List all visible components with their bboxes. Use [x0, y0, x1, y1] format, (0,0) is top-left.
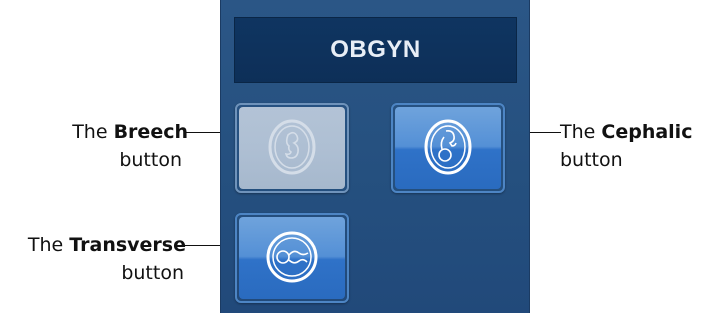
fetus-breech-icon [268, 119, 316, 175]
cephalic-callout: The Cephalic button [560, 118, 692, 174]
cephalic-callout-line2: button [560, 149, 623, 171]
transverse-callout-prefix: The [27, 234, 70, 256]
panel-title: OBGYN [330, 36, 421, 63]
transverse-button[interactable] [235, 213, 349, 303]
breech-button[interactable] [235, 103, 349, 193]
transverse-callout-name: Transverse [69, 234, 186, 256]
breech-callout: The Breech button [20, 118, 188, 174]
cephalic-callout-prefix: The [560, 121, 602, 143]
transverse-callout-line1: The Transverse [2, 231, 186, 259]
cephalic-callout-line1: The Cephalic [560, 118, 692, 146]
breech-callout-line2: button [119, 149, 182, 171]
cephalic-button[interactable] [391, 103, 505, 193]
transverse-callout: The Transverse button [2, 231, 186, 287]
breech-callout-name: Breech [113, 121, 188, 143]
breech-callout-line1: The Breech [20, 118, 188, 146]
panel-title-bar: OBGYN [234, 17, 517, 83]
fetus-transverse-icon [266, 231, 318, 283]
cephalic-callout-name: Cephalic [601, 121, 693, 143]
breech-callout-prefix: The [72, 121, 114, 143]
fetus-cephalic-icon [424, 119, 472, 175]
transverse-callout-line2: button [121, 262, 184, 284]
